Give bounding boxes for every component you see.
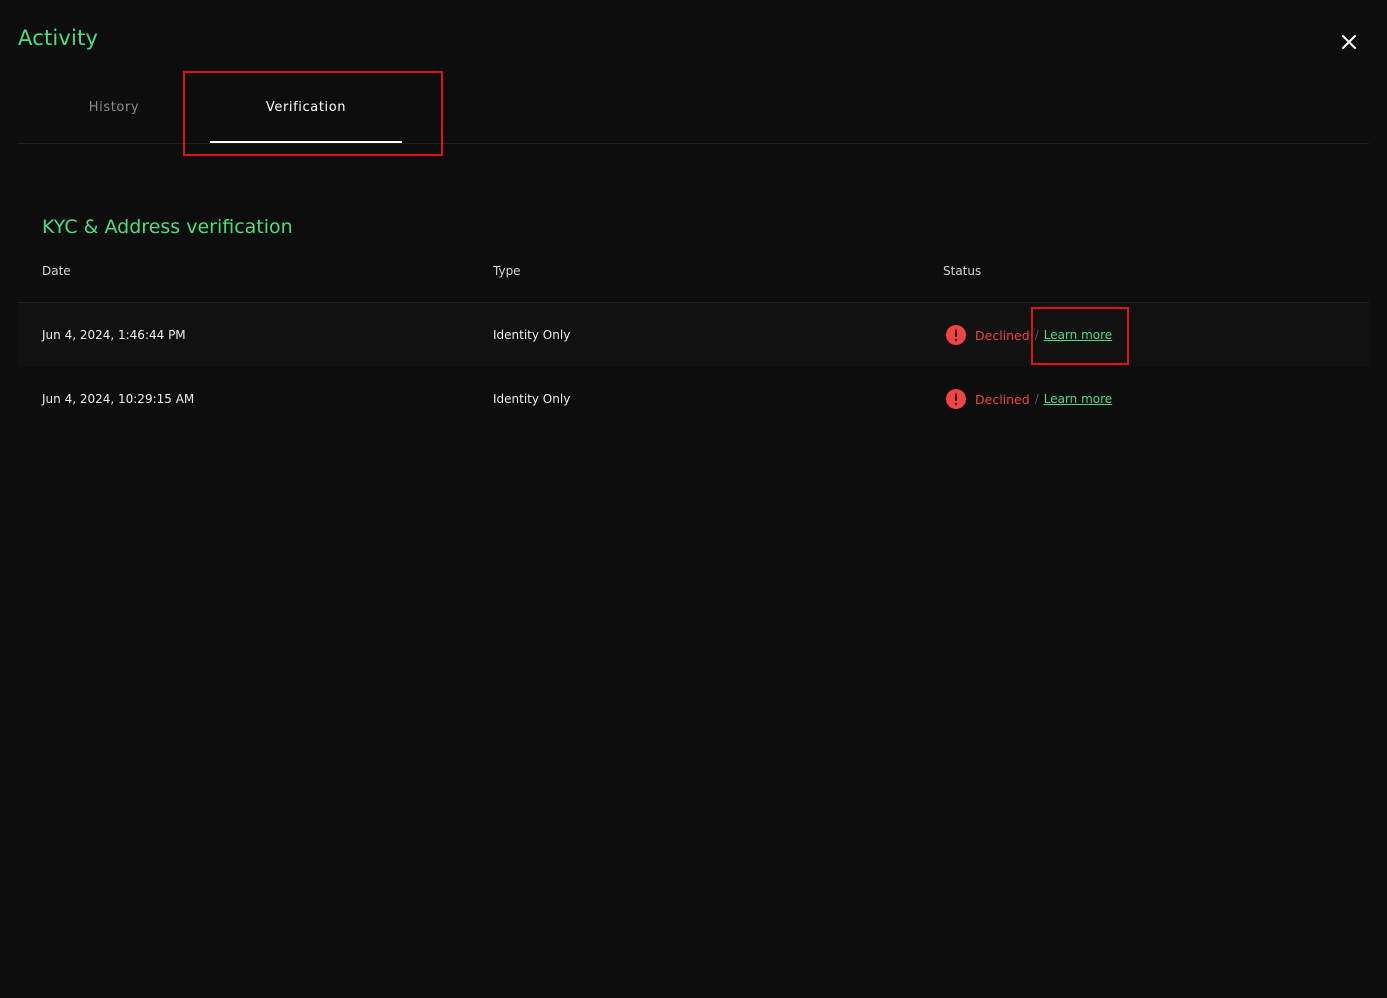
alert-icon (946, 325, 966, 345)
table-row: Jun 4, 2024, 10:29:15 AM Identity Only D… (18, 367, 1369, 431)
close-button[interactable] (1334, 27, 1364, 57)
page-title: Activity (18, 26, 99, 50)
table-header: Date Type Status (18, 250, 1369, 303)
learn-more-link[interactable]: Learn more (1044, 328, 1112, 342)
status-declined: Declined (975, 327, 1030, 343)
row-type: Identity Only (493, 328, 571, 342)
alert-icon (946, 389, 966, 409)
table-row: Jun 4, 2024, 1:46:44 PM Identity Only De… (18, 303, 1369, 367)
section-title: KYC & Address verification (42, 216, 293, 238)
tab-history[interactable]: History (18, 72, 210, 143)
row-date: Jun 4, 2024, 1:46:44 PM (42, 328, 186, 342)
column-header-status: Status (943, 264, 982, 278)
row-status: Declined / Learn more (943, 367, 1112, 431)
verification-table: Date Type Status Jun 4, 2024, 1:46:44 PM… (18, 250, 1369, 431)
status-separator: / (1034, 328, 1039, 342)
tab-verification[interactable]: Verification (210, 72, 402, 143)
status-declined: Declined (975, 391, 1030, 407)
status-separator: / (1034, 392, 1039, 406)
learn-more-link[interactable]: Learn more (1044, 392, 1112, 406)
row-type: Identity Only (493, 392, 571, 406)
tab-bar: History Verification (18, 72, 1369, 144)
row-status: Declined / Learn more (943, 303, 1112, 367)
column-header-type: Type (493, 264, 521, 278)
row-date: Jun 4, 2024, 10:29:15 AM (42, 392, 195, 406)
close-icon (1342, 35, 1356, 49)
activity-panel: Activity History Verification KYC & Addr… (0, 0, 1387, 998)
column-header-date: Date (42, 264, 71, 278)
